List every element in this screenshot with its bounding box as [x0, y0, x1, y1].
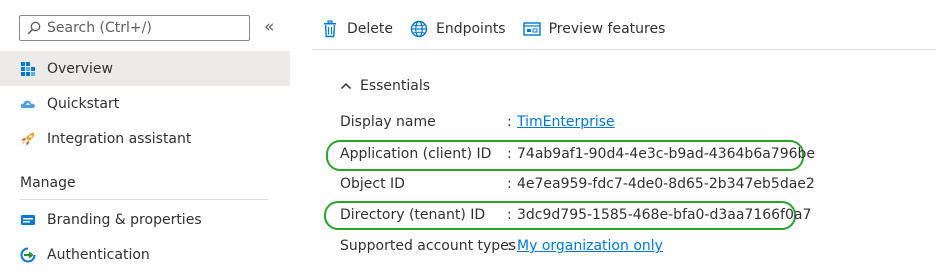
sidebar-item-integration-assistant[interactable]: Integration assistant: [0, 121, 290, 156]
property-colon: :: [507, 238, 512, 254]
preview-features-label: Preview features: [548, 21, 666, 37]
overview-grid-icon: [20, 61, 36, 77]
sidebar-item-authentication[interactable]: Authentication: [0, 237, 290, 272]
branding-card-icon: [20, 212, 36, 228]
object-id-value: 4e7ea959-fdc7-4de0-8d65-2b347eb5dae2: [517, 176, 815, 192]
supported-account-types-link[interactable]: My organization only: [517, 238, 663, 254]
search-box[interactable]: [19, 15, 250, 41]
object-id-label: Object ID: [340, 176, 405, 192]
preview-features-icon: [522, 20, 541, 38]
sidebar-item-quickstart[interactable]: Quickstart: [0, 86, 290, 121]
sidebar-item-label: Branding & properties: [47, 211, 202, 228]
authentication-icon: [20, 247, 36, 263]
sidebar-item-label: Overview: [47, 60, 113, 77]
display-name-label: Display name: [340, 114, 436, 130]
property-colon: :: [507, 207, 512, 223]
property-colon: :: [507, 114, 512, 130]
search-icon: [27, 21, 41, 35]
toolbar-divider: [312, 49, 936, 50]
quickstart-cloud-icon: [20, 96, 36, 112]
tenant-id-label: Directory (tenant) ID: [340, 207, 486, 223]
sidebar-item-label: Integration assistant: [47, 130, 192, 147]
delete-label: Delete: [347, 21, 393, 37]
display-name-link[interactable]: TimEnterprise: [517, 114, 615, 130]
property-colon: :: [507, 176, 512, 192]
endpoints-button[interactable]: Endpoints: [410, 20, 506, 38]
delete-button[interactable]: Delete: [321, 20, 393, 38]
collapse-sidebar-button[interactable]: «: [264, 17, 274, 37]
section-divider: [20, 199, 268, 200]
endpoints-label: Endpoints: [436, 21, 506, 37]
search-input[interactable]: [47, 20, 237, 36]
supported-account-types-label: Supported account types: [340, 238, 517, 254]
sidebar-item-overview[interactable]: Overview: [0, 51, 290, 86]
sidebar-item-label: Quickstart: [47, 95, 120, 112]
trash-icon: [321, 20, 339, 38]
globe-icon: [410, 20, 428, 38]
rocket-icon: [20, 131, 36, 147]
essentials-toggle[interactable]: Essentials: [340, 78, 430, 94]
manage-section-header: Manage: [20, 175, 76, 191]
chevron-up-icon: [340, 82, 352, 90]
property-colon: :: [507, 146, 512, 162]
preview-features-button[interactable]: Preview features: [522, 20, 666, 38]
client-id-label: Application (client) ID: [340, 146, 492, 162]
sidebar: « Overview Quickstart: [0, 0, 290, 263]
sidebar-item-branding-properties[interactable]: Branding & properties: [0, 202, 290, 237]
command-toolbar: Delete Endpoints Preview features: [321, 16, 682, 42]
tenant-id-value: 3dc9d795-1585-468e-bfa0-d3aa7166f0a7: [517, 207, 812, 223]
sidebar-item-label: Authentication: [47, 246, 150, 263]
client-id-value: 74ab9af1-90d4-4e3c-b9ad-4364b6a796be: [517, 146, 816, 162]
essentials-title: Essentials: [360, 78, 431, 94]
